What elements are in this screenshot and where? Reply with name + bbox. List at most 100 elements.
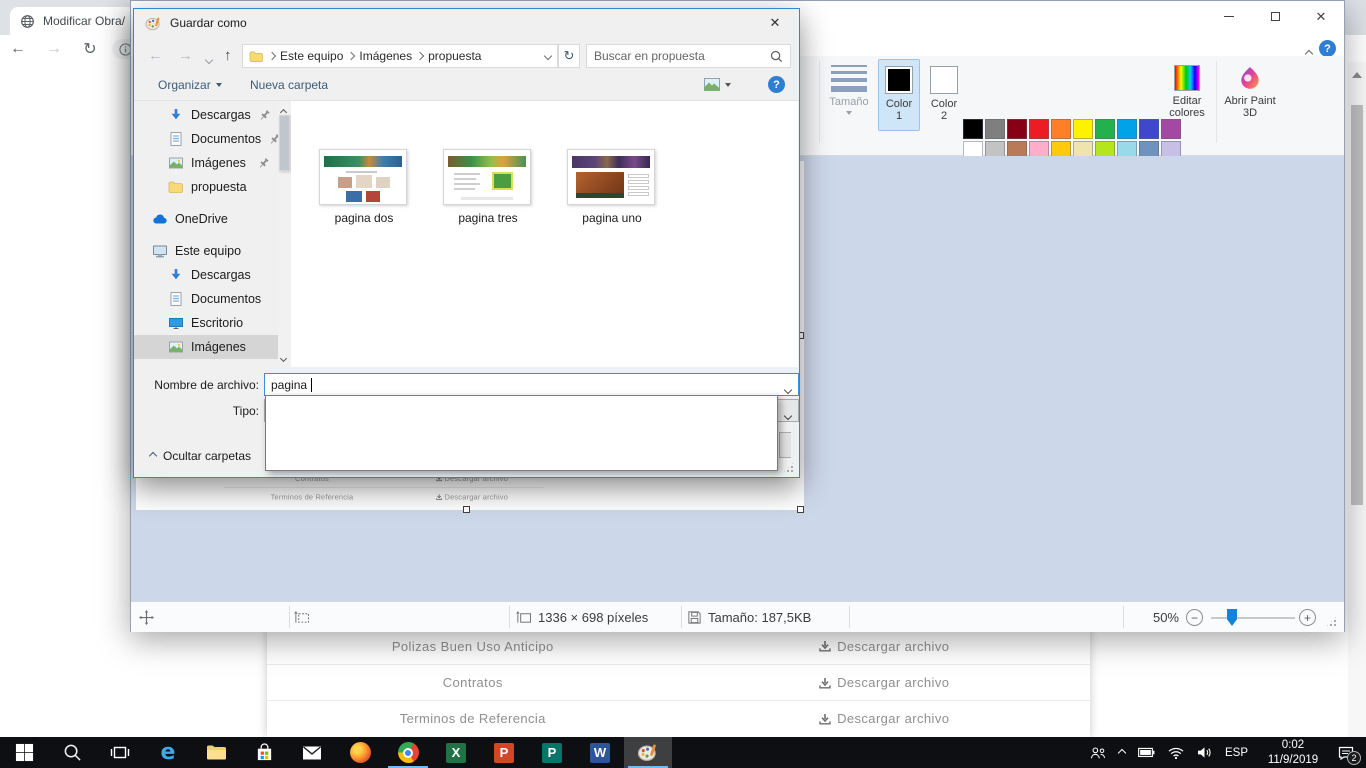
zoom-level-indicator: 50% [1139,602,1179,633]
file-item[interactable]: pagina uno [567,149,657,225]
wifi-icon[interactable] [1168,747,1184,759]
palette-color-swatch[interactable] [1161,119,1181,139]
dialog-navbar: ← → ↑ Este equipo Imágenes propuesta ↻ B… [134,41,799,71]
paint-close-button[interactable]: ✕ [1298,1,1344,31]
nav-history-dropdown[interactable] [206,52,212,66]
paint-maximize-button[interactable] [1252,1,1298,31]
open-paint3d-button[interactable]: Abrir Paint 3D [1223,59,1277,119]
taskbar-excel-button[interactable]: X [432,737,480,768]
filetype-dropdown-list[interactable] [265,395,778,471]
download-link[interactable]: Descargar archivo [679,639,1091,654]
sidebar-item-descargas[interactable]: Descargas [134,103,278,127]
zoom-slider-track[interactable] [1211,617,1295,619]
taskbar-start-button[interactable] [0,737,48,768]
paint-minimize-button[interactable] [1206,1,1252,31]
taskbar-file-explorer-button[interactable] [192,737,240,768]
taskbar-powerpoint-button[interactable]: P [480,737,528,768]
sidebar-scrollbar[interactable] [278,101,291,367]
sidebar-item-imágenes[interactable]: Imágenes [134,151,278,175]
battery-icon[interactable] [1138,747,1155,758]
zoom-slider-thumb[interactable] [1227,609,1237,626]
browser-forward-button[interactable]: → [36,40,72,58]
breadcrumb-item[interactable]: propuesta [428,49,481,63]
search-input[interactable]: Buscar en propuesta [586,44,791,68]
browser-reload-button[interactable]: ↻ [72,39,108,59]
palette-color-swatch[interactable] [1139,119,1159,139]
sidebar-item-label: OneDrive [175,212,228,226]
refresh-button[interactable]: ↻ [558,44,580,68]
sidebar-item-onedrive[interactable]: OneDrive [134,207,278,231]
clock[interactable]: 0:02 11/9/2019 [1261,738,1325,768]
palette-color-swatch[interactable] [1117,119,1137,139]
tray-expand-icon[interactable] [1118,748,1126,756]
taskbar-word-button[interactable]: W [576,737,624,768]
new-folder-button[interactable]: Nueva carpeta [250,78,328,92]
breadcrumb-item[interactable]: Este equipo [280,49,343,63]
breadcrumb[interactable]: Este equipo Imágenes propuesta [242,44,558,68]
palette-color-swatch[interactable] [1073,119,1093,139]
people-icon[interactable] [1090,746,1106,760]
browser-scrollbar-thumb[interactable] [1351,105,1363,505]
file-thumbnail [319,149,407,205]
chevron-down-icon[interactable] [544,52,552,60]
window-resize-grip[interactable] [1326,616,1337,627]
palette-color-swatch[interactable] [963,119,983,139]
dialog-resize-grip[interactable] [783,462,794,473]
canvas-resize-handle[interactable] [463,506,470,513]
taskbar-task-view-button[interactable] [96,737,144,768]
color1-button[interactable]: Color 1 [878,59,920,131]
hide-folders-label: Ocultar carpetas [163,449,251,463]
zoom-in-button[interactable]: + [1299,602,1316,633]
download-link[interactable]: Descargar archivo [679,711,1091,726]
nav-up-button[interactable]: ↑ [224,47,232,64]
action-center-button[interactable]: 2 [1338,746,1354,760]
view-mode-button[interactable] [704,78,731,91]
volume-icon[interactable] [1197,746,1212,759]
sidebar-item-documentos[interactable]: Documentos [134,287,278,311]
row-label: Polizas Buen Uso Anticipo [267,639,679,654]
canvas-resize-handle[interactable] [797,506,804,513]
sidebar-item-descargas[interactable]: Descargas [134,263,278,287]
edit-colors-button[interactable]: Editar colores [1163,59,1211,119]
paint-help-button[interactable]: ? [1319,40,1336,57]
taskbar-search-button[interactable] [48,737,96,768]
organize-button[interactable]: Organizar [158,78,222,92]
palette-color-swatch[interactable] [1029,119,1049,139]
chevron-down-icon[interactable] [785,382,791,396]
zoom-out-button[interactable]: − [1186,602,1203,633]
taskbar-chrome-button[interactable] [384,737,432,768]
file-item[interactable]: pagina dos [319,149,409,225]
download-link-text: Descargar archivo [837,675,949,690]
language-indicator[interactable]: ESP [1225,747,1248,759]
palette-color-swatch[interactable] [1095,119,1115,139]
dialog-help-button[interactable]: ? [768,76,785,93]
size-button[interactable]: Tamaño [823,59,875,115]
browser-scrollbar[interactable] [1348,62,1366,737]
taskbar-edge-button[interactable]: e [144,737,192,768]
taskbar-store-button[interactable] [240,737,288,768]
filename-input[interactable]: pagina [264,373,799,396]
nav-forward-button[interactable]: → [178,47,193,64]
browser-back-button[interactable]: ← [0,40,36,58]
taskbar-mail-button[interactable] [288,737,336,768]
palette-color-swatch[interactable] [985,119,1005,139]
breadcrumb-item[interactable]: Imágenes [359,49,412,63]
nav-back-button[interactable]: ← [148,47,163,64]
sidebar-item-imágenes[interactable]: Imágenes [134,335,278,359]
sidebar-scrollbar-thumb[interactable] [279,115,290,171]
sidebar-item-este-equipo[interactable]: Este equipo [134,239,278,263]
save-button-partial[interactable] [779,432,791,458]
dialog-close-button[interactable]: ✕ [761,14,789,32]
hide-folders-button[interactable]: Ocultar carpetas [150,449,251,463]
file-item[interactable]: pagina tres [443,149,533,225]
taskbar-firefox-button[interactable] [336,737,384,768]
palette-color-swatch[interactable] [1007,119,1027,139]
taskbar-publisher-button[interactable]: P [528,737,576,768]
sidebar-item-documentos[interactable]: Documentos [134,127,278,151]
sidebar-item-escritorio[interactable]: Escritorio [134,311,278,335]
taskbar-paint-button[interactable] [624,737,672,768]
color2-button[interactable]: Color 2 [923,59,965,131]
sidebar-item-propuesta[interactable]: propuesta [134,175,278,199]
download-link[interactable]: Descargar archivo [679,675,1091,690]
palette-color-swatch[interactable] [1051,119,1071,139]
